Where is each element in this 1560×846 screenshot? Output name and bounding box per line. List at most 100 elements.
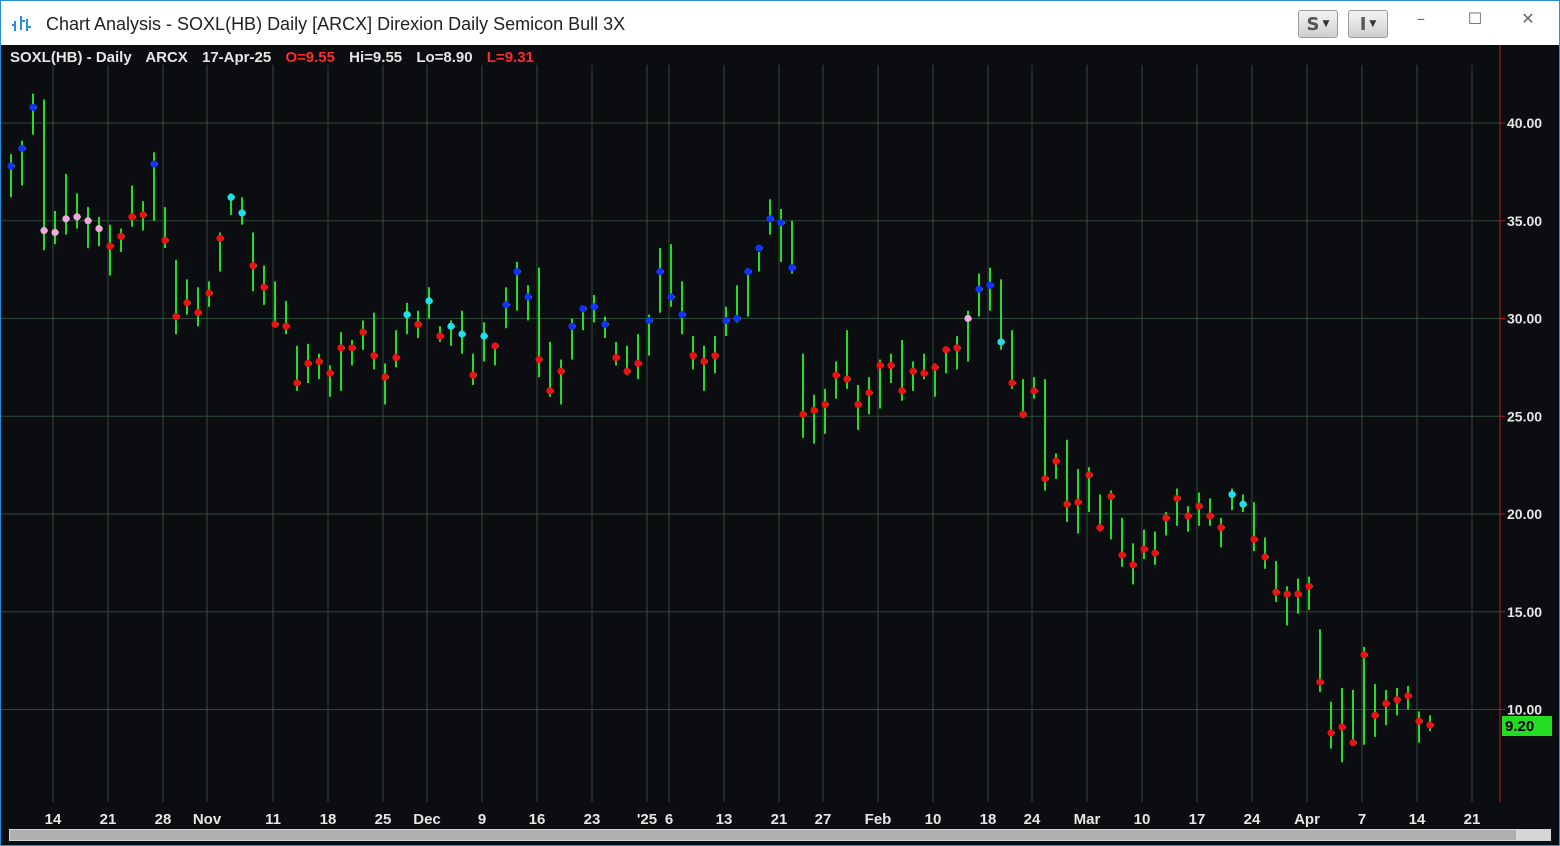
i-dropdown-button[interactable]: I ▼ bbox=[1348, 10, 1388, 38]
high-value: Hi=9.55 bbox=[349, 49, 402, 66]
close-dot bbox=[381, 373, 389, 381]
ohlc-bar bbox=[458, 310, 466, 354]
x-tick-label: 28 bbox=[155, 811, 172, 828]
close-dot bbox=[359, 328, 367, 336]
ohlc-bar bbox=[997, 279, 1005, 350]
chart-grid bbox=[1, 65, 1500, 802]
ohlc-bar bbox=[194, 287, 202, 327]
close-dot bbox=[458, 330, 466, 338]
chevron-down-icon: ▼ bbox=[1369, 19, 1377, 29]
close-dot bbox=[73, 213, 81, 221]
ohlc-bar bbox=[392, 330, 400, 368]
close-dot bbox=[392, 354, 400, 362]
close-dot bbox=[7, 162, 15, 170]
ohlc-bar bbox=[1206, 498, 1214, 526]
ohlc-bar bbox=[1063, 439, 1071, 522]
close-dot bbox=[766, 215, 774, 223]
close-dot bbox=[172, 312, 180, 321]
ohlc-bar bbox=[249, 232, 257, 292]
ohlc-bar bbox=[568, 318, 576, 360]
close-dot bbox=[304, 359, 312, 368]
close-dot bbox=[1228, 490, 1236, 499]
x-tick-label: 25 bbox=[375, 811, 392, 828]
symbol-label: SOXL(HB) - Daily bbox=[10, 49, 132, 66]
close-dot bbox=[788, 264, 796, 272]
ohlc-bar bbox=[1228, 488, 1236, 511]
ohlc-bar bbox=[1272, 560, 1280, 602]
s-dropdown-button[interactable]: S ▼ bbox=[1298, 10, 1338, 38]
close-dot bbox=[40, 226, 48, 235]
maximize-button[interactable]: ☐ bbox=[1460, 7, 1490, 31]
close-dot bbox=[1382, 700, 1390, 708]
scrollbar-thumb[interactable] bbox=[10, 830, 1516, 840]
close-dot bbox=[1283, 590, 1291, 598]
ohlc-bar bbox=[1239, 494, 1247, 513]
close-dot bbox=[744, 267, 752, 276]
horizontal-scrollbar[interactable] bbox=[9, 829, 1551, 841]
x-tick-label: 18 bbox=[980, 811, 997, 828]
title-bar[interactable]: Chart Analysis - SOXL(HB) Daily [ARCX] D… bbox=[1, 1, 1559, 45]
close-dot bbox=[810, 406, 818, 414]
close-dot bbox=[568, 322, 576, 330]
close-dot bbox=[282, 322, 290, 330]
close-dot bbox=[1327, 729, 1335, 737]
close-dot bbox=[1338, 723, 1346, 731]
ohlc-bar bbox=[1393, 687, 1401, 716]
close-dot bbox=[1096, 524, 1104, 532]
ohlc-bar bbox=[1184, 506, 1192, 532]
x-tick-label: 21 bbox=[771, 811, 788, 828]
close-dot bbox=[887, 361, 895, 370]
ohlc-bar bbox=[1217, 517, 1225, 548]
close-dot bbox=[953, 344, 961, 352]
close-dot bbox=[711, 352, 719, 360]
close-dot bbox=[216, 234, 224, 242]
close-dot bbox=[579, 305, 587, 313]
close-dot bbox=[898, 387, 906, 395]
close-dot bbox=[1360, 651, 1368, 659]
ohlc-bar bbox=[18, 140, 26, 186]
close-dot bbox=[1261, 553, 1269, 561]
ohlc-bar bbox=[612, 341, 620, 366]
close-dot bbox=[51, 228, 59, 237]
close-button[interactable]: ✕ bbox=[1513, 7, 1543, 31]
price-chart[interactable]: 10.00 15.00 20.00 25.00 30.00 35.00 40.00 14 21… bbox=[1, 45, 1559, 829]
ohlc-bar bbox=[755, 244, 763, 272]
close-dot bbox=[590, 303, 598, 311]
close-dot bbox=[1195, 502, 1203, 510]
x-tick-label: Nov bbox=[193, 811, 222, 828]
ohlc-bar bbox=[711, 336, 719, 374]
date-label: 17-Apr-25 bbox=[202, 49, 271, 66]
window-title: Chart Analysis - SOXL(HB) Daily [ARCX] D… bbox=[46, 14, 626, 34]
y-tick-label: 25.00 bbox=[1507, 408, 1542, 424]
y-tick-label: 30.00 bbox=[1507, 311, 1542, 327]
ohlc-bar bbox=[1316, 629, 1324, 692]
close-dot bbox=[370, 352, 378, 360]
minimize-button[interactable]: – bbox=[1406, 7, 1436, 31]
x-tick-label: 13 bbox=[716, 811, 733, 828]
close-dot bbox=[997, 338, 1005, 346]
ohlc-bar bbox=[744, 267, 752, 317]
close-dot bbox=[733, 314, 741, 323]
ohlc-bar bbox=[623, 345, 631, 376]
ohlc-bar bbox=[260, 265, 268, 305]
app-chart-icon bbox=[12, 16, 31, 31]
close-dot bbox=[975, 285, 983, 293]
ohlc-bar bbox=[1041, 379, 1049, 491]
exchange-label: ARCX bbox=[145, 49, 188, 66]
ohlc-bar bbox=[1162, 512, 1170, 536]
close-dot bbox=[601, 320, 609, 328]
y-tick-label: 20.00 bbox=[1507, 506, 1542, 522]
ohlc-bar bbox=[1382, 689, 1390, 726]
x-tick-label: 17 bbox=[1189, 811, 1206, 828]
x-tick-label: 9 bbox=[478, 811, 486, 828]
ohlc-bar bbox=[601, 316, 609, 339]
close-dot bbox=[18, 144, 26, 153]
chevron-down-icon: ▼ bbox=[1322, 19, 1330, 29]
ohlc-bar bbox=[909, 361, 917, 391]
ohlc-bar bbox=[469, 353, 477, 385]
ohlc-bar bbox=[1349, 689, 1357, 747]
ohlc-bar bbox=[579, 305, 587, 331]
ohlc-bar bbox=[502, 287, 510, 329]
close-dot bbox=[1151, 549, 1159, 557]
close-dot bbox=[612, 354, 620, 362]
